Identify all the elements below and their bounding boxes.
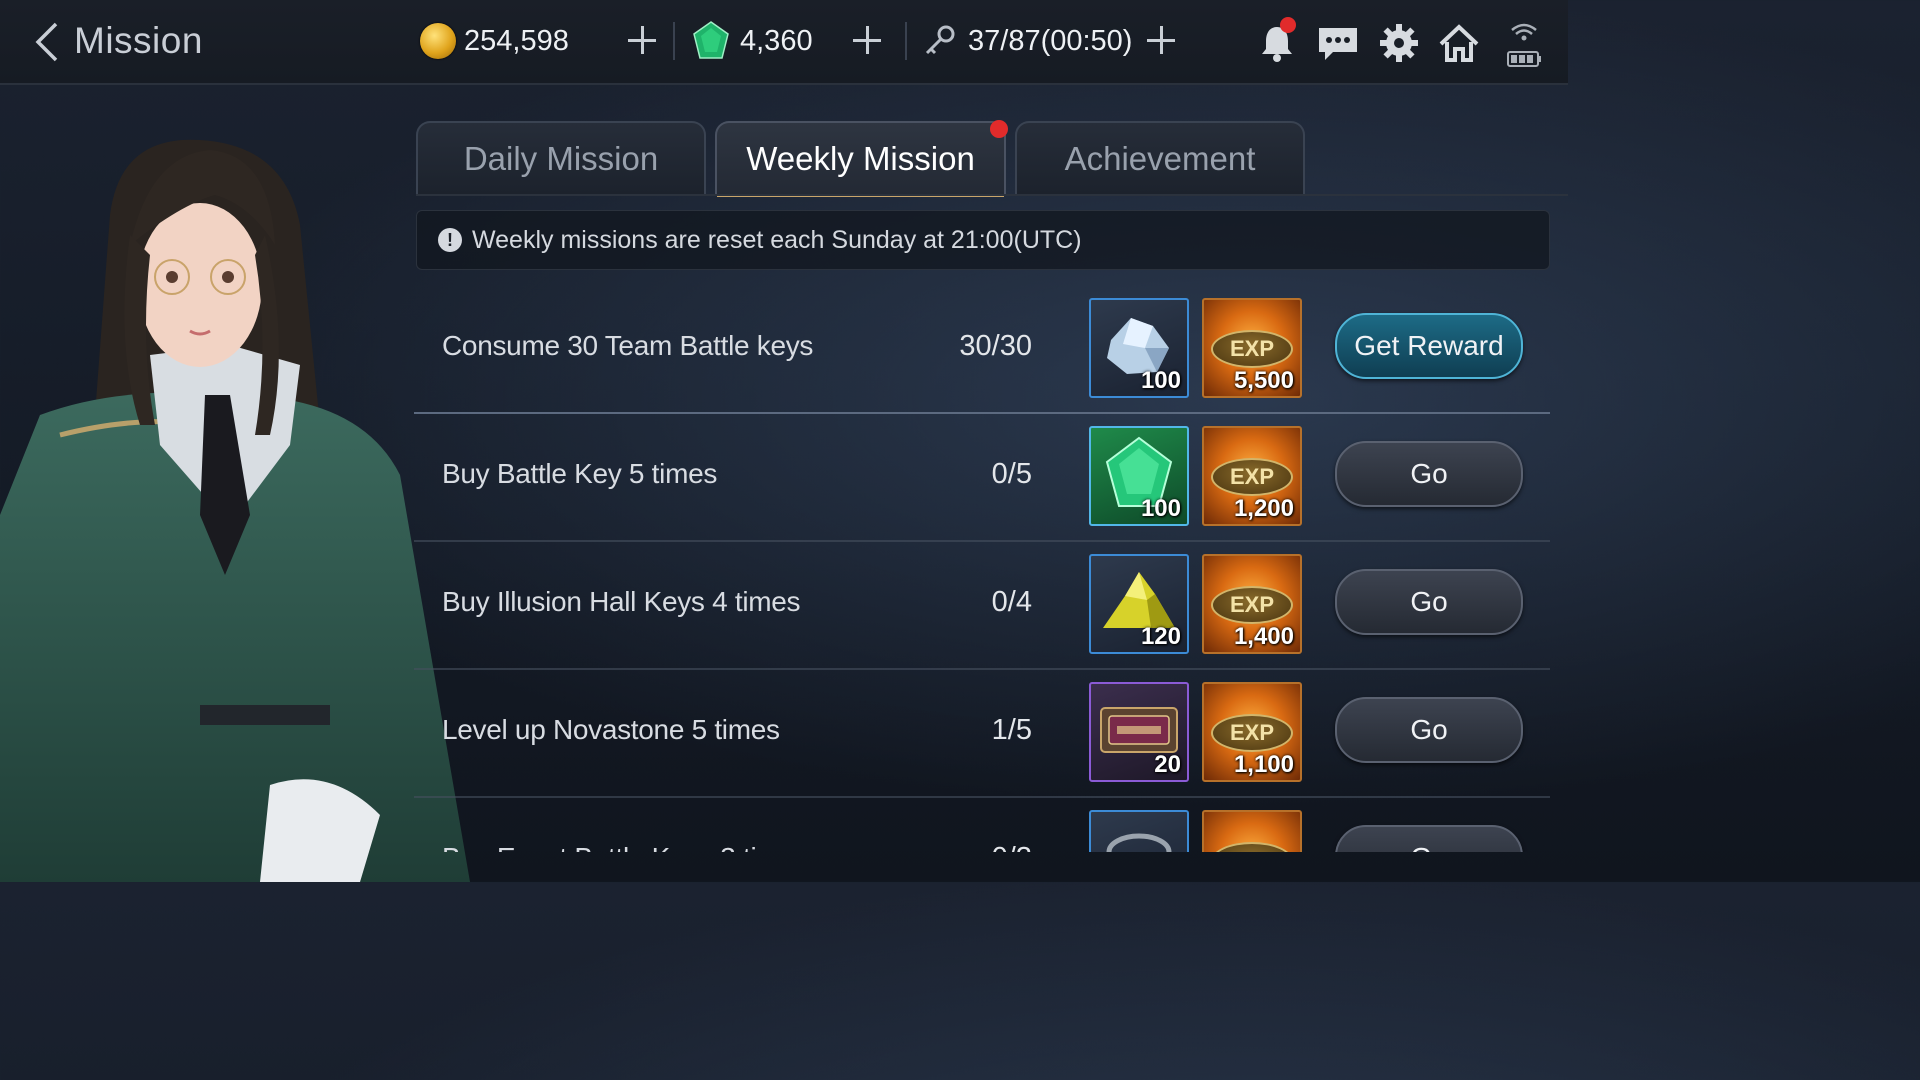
exp-amount: 5,500 xyxy=(1233,367,1294,394)
tab-daily-mission[interactable]: Daily Mission xyxy=(416,121,706,195)
exp-label: EXP xyxy=(1211,330,1293,368)
exp-label: EXP xyxy=(1211,842,1293,852)
exp-label: EXP xyxy=(1211,458,1293,496)
gem-amount: 4,360 xyxy=(740,24,813,57)
mission-list[interactable]: Consume 30 Team Battle keys 30/30 100 EX… xyxy=(414,286,1550,852)
divider xyxy=(905,22,907,60)
gem-currency: 4,360 xyxy=(690,18,813,64)
home-icon[interactable] xyxy=(1438,22,1480,64)
exp-reward-slot[interactable]: EXP 5,500 xyxy=(1202,298,1302,398)
info-icon: ! xyxy=(438,228,462,252)
exp-amount: 1,200 xyxy=(1233,495,1294,522)
go-button[interactable]: Go xyxy=(1335,697,1523,763)
page-title: Mission xyxy=(74,20,203,61)
reward-item-slot[interactable]: 20 xyxy=(1089,682,1189,782)
back-arrow-icon[interactable] xyxy=(28,20,68,64)
exp-reward-slot[interactable]: EXP 1,400 xyxy=(1202,554,1302,654)
exp-reward-slot[interactable]: EXP 1,200 xyxy=(1202,426,1302,526)
key-amount: 37/87(00:50) xyxy=(968,24,1133,57)
exp-reward-slot[interactable]: EXP 1,100 xyxy=(1202,682,1302,782)
mission-row: Buy Battle Key 5 times 0/5 100 EXP 1,200… xyxy=(414,414,1550,542)
notification-dot xyxy=(1280,17,1296,33)
divider xyxy=(673,22,675,60)
go-button[interactable]: Go xyxy=(1335,825,1523,852)
tab-divider xyxy=(416,194,1568,196)
go-button[interactable]: Go xyxy=(1335,569,1523,635)
chat-icon[interactable] xyxy=(1315,22,1361,64)
ring-item-icon xyxy=(1106,833,1172,852)
mission-progress: 0/3 xyxy=(892,842,1032,852)
tab-achievement[interactable]: Achievement xyxy=(1015,121,1305,195)
get-reward-button[interactable]: Get Reward xyxy=(1335,313,1523,379)
add-gems-button[interactable] xyxy=(849,22,885,58)
character-portrait xyxy=(0,139,470,882)
mission-progress: 1/5 xyxy=(991,714,1032,746)
top-bar: Mission 254,598 4,360 37/87(00:50) xyxy=(0,0,1568,85)
mission-row: Buy Event Battle Keys 3 times 0/3 EXP Go xyxy=(414,798,1550,852)
go-button[interactable]: Go xyxy=(1335,441,1523,507)
reward-item-slot[interactable]: 120 xyxy=(1089,554,1189,654)
reward-count: 120 xyxy=(1140,623,1181,650)
mission-progress: 30/30 xyxy=(959,330,1032,362)
reward-count: 20 xyxy=(1154,751,1181,778)
gear-icon[interactable] xyxy=(1378,22,1420,64)
weekly-tab-notification-dot xyxy=(990,120,1008,138)
exp-amount: 1,400 xyxy=(1233,623,1294,650)
reset-notice-text: Weekly missions are reset each Sunday at… xyxy=(472,225,1082,254)
mission-row: Consume 30 Team Battle keys 30/30 100 EX… xyxy=(414,286,1550,414)
reward-item-slot[interactable]: 100 xyxy=(1089,426,1189,526)
exp-reward-slot[interactable]: EXP xyxy=(1202,810,1302,852)
reward-item-slot[interactable]: 100 xyxy=(1089,298,1189,398)
exp-label: EXP xyxy=(1211,586,1293,624)
exp-label: EXP xyxy=(1211,714,1293,752)
gold-coin-icon xyxy=(420,23,456,59)
add-keys-button[interactable] xyxy=(1143,22,1179,58)
key-stamina: 37/87(00:50) xyxy=(922,18,1132,64)
reward-count: 100 xyxy=(1140,367,1181,394)
reward-item-slot[interactable] xyxy=(1089,810,1189,852)
mission-name: Buy Battle Key 5 times xyxy=(442,458,718,489)
mission-progress: 0/5 xyxy=(991,458,1032,490)
gold-amount: 254,598 xyxy=(464,24,569,57)
key-icon xyxy=(925,25,955,55)
mission-name: Consume 30 Team Battle keys xyxy=(442,330,814,361)
mission-progress: 0/4 xyxy=(991,586,1032,618)
reward-count: 100 xyxy=(1140,495,1181,522)
mission-row: Buy Illusion Hall Keys 4 times 0/4 120 E… xyxy=(414,542,1550,670)
mission-name: Buy Illusion Hall Keys 4 times xyxy=(442,586,801,617)
reset-notice: ! Weekly missions are reset each Sunday … xyxy=(416,210,1550,270)
tab-weekly-mission[interactable]: Weekly Mission xyxy=(715,121,1006,197)
wifi-battery-icon xyxy=(1507,23,1541,67)
mission-name: Level up Novastone 5 times xyxy=(442,714,780,745)
mission-name: Buy Event Battle Keys 3 times xyxy=(442,842,809,852)
green-gem-icon xyxy=(693,21,729,59)
exp-amount: 1,100 xyxy=(1233,751,1294,778)
gold-currency: 254,598 xyxy=(420,18,569,64)
add-gold-button[interactable] xyxy=(624,22,660,58)
mission-row: Level up Novastone 5 times 1/5 20 EXP 1,… xyxy=(414,670,1550,798)
